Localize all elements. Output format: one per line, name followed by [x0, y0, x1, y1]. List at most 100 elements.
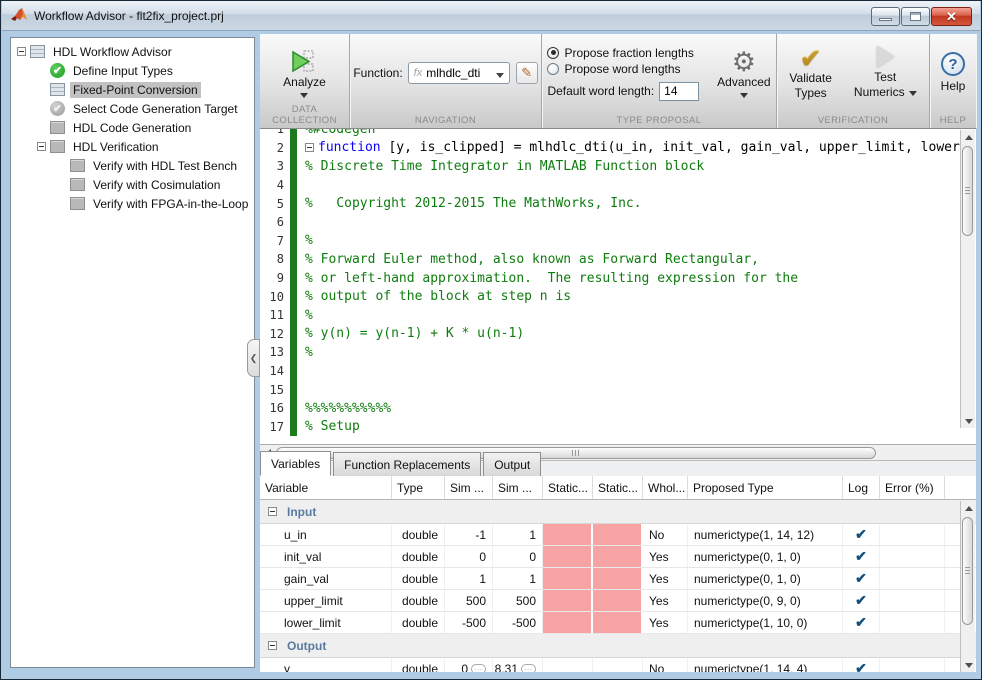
- code-fold-icon[interactable]: [305, 143, 314, 152]
- scroll-down-icon[interactable]: [961, 414, 976, 428]
- tree-item-hdl-verification[interactable]: HDL Verification: [11, 137, 254, 156]
- code-line: 14: [260, 362, 976, 381]
- cell-sim-min: 1: [445, 568, 493, 589]
- tree-item-fixed-point-conversion[interactable]: Fixed-Point Conversion: [11, 80, 254, 99]
- line-number: 12: [260, 327, 290, 341]
- cell-variable: lower_limit: [260, 612, 392, 633]
- log-check-icon[interactable]: ✔: [855, 614, 867, 631]
- column-header[interactable]: Sim ...: [493, 476, 543, 499]
- table-row[interactable]: upper_limitdouble500500Yesnumerictype(0,…: [260, 590, 976, 612]
- scroll-up-icon[interactable]: [961, 501, 976, 515]
- table-row[interactable]: gain_valdouble11Yesnumerictype(0, 1, 0)✔: [260, 568, 976, 590]
- tree-item-label: Verify with HDL Test Bench: [90, 158, 240, 174]
- column-header[interactable]: Static...: [543, 476, 593, 499]
- minimize-button[interactable]: [871, 7, 900, 26]
- maximize-button[interactable]: [901, 7, 930, 26]
- scroll-up-icon[interactable]: [961, 130, 976, 144]
- check-green-icon: ✔: [50, 63, 65, 78]
- group-row-input[interactable]: Input: [260, 500, 976, 524]
- edit-function-button[interactable]: ✎: [516, 62, 538, 84]
- column-header[interactable]: Log: [843, 476, 880, 499]
- tree-item-verify-with-cosimulation[interactable]: Verify with Cosimulation: [11, 175, 254, 194]
- section-navigation: Function: fx mlhdlc_dti ✎ NAVIGATION: [350, 34, 542, 128]
- code-line: 7%: [260, 232, 976, 251]
- group-collapse-icon[interactable]: [268, 641, 277, 650]
- log-check-icon[interactable]: ✔: [855, 660, 867, 672]
- scroll-down-icon[interactable]: [961, 658, 976, 672]
- table-row[interactable]: u_indouble-11Nonumerictype(1, 14, 12)✔: [260, 524, 976, 546]
- tab-output[interactable]: Output: [483, 452, 541, 476]
- cell-type: double: [392, 590, 445, 611]
- group-row-output[interactable]: Output: [260, 634, 976, 658]
- analyze-button[interactable]: Analyze: [283, 49, 326, 98]
- toolbar: Analyze DATA COLLECTION Function: fx mlh…: [260, 34, 976, 129]
- tree-item-hdl-workflow-advisor[interactable]: HDL Workflow Advisor: [11, 42, 254, 61]
- cell-whole-number: Yes: [643, 590, 688, 611]
- table-row[interactable]: ydouble0...318.31...Nonumerictype(1, 14,…: [260, 658, 976, 672]
- table-vertical-scrollbar[interactable]: [960, 501, 975, 672]
- validate-types-label-1: Validate: [789, 71, 831, 86]
- editor-vertical-scrollbar[interactable]: [960, 130, 975, 428]
- tree-item-verify-with-fpga-in-the-loop[interactable]: Verify with FPGA-in-the-Loop: [11, 194, 254, 213]
- section-caption: DATA COLLECTION: [260, 104, 349, 126]
- table-row[interactable]: lower_limitdouble-500-500Yesnumerictype(…: [260, 612, 976, 634]
- column-header[interactable]: Whol...: [643, 476, 688, 499]
- column-header[interactable]: Error (%): [880, 476, 945, 499]
- propose-word-radio[interactable]: Propose word lengths: [547, 62, 699, 76]
- section-help: ? Help HELP: [930, 34, 976, 128]
- test-numerics-dropdown-icon: [909, 91, 917, 96]
- list-icon: [30, 45, 45, 58]
- title-bar[interactable]: Workflow Advisor - flt2fix_project.prj ✕: [2, 1, 980, 31]
- close-button[interactable]: ✕: [931, 7, 972, 26]
- coverage-bar: [290, 399, 297, 418]
- question-mark-icon: ?: [941, 52, 965, 76]
- log-check-icon[interactable]: ✔: [855, 592, 867, 609]
- ellipsis-badge[interactable]: ...: [471, 664, 486, 673]
- coverage-bar: [290, 418, 297, 437]
- log-check-icon[interactable]: ✔: [855, 526, 867, 543]
- tab-variables[interactable]: Variables: [260, 451, 331, 476]
- help-button[interactable]: ? Help: [941, 52, 966, 94]
- default-word-length-input[interactable]: [659, 82, 699, 101]
- column-header[interactable]: Static...: [593, 476, 643, 499]
- cell-type: double: [392, 658, 445, 672]
- propose-fraction-label: Propose fraction lengths: [564, 46, 693, 60]
- test-numerics-button[interactable]: Test Numerics: [854, 46, 917, 100]
- box-icon: [70, 159, 85, 172]
- validate-types-button[interactable]: ✔ Validate Types: [789, 45, 831, 101]
- group-collapse-icon[interactable]: [268, 507, 277, 516]
- tree-expander-icon[interactable]: [17, 47, 26, 56]
- cell-sim-min: 0...: [445, 658, 493, 672]
- tree-item-hdl-code-generation[interactable]: HDL Code Generation: [11, 118, 254, 137]
- tree-expander-icon[interactable]: [37, 142, 46, 151]
- code-text: function [y, is_clipped] = mlhdlc_dti(u_…: [297, 140, 960, 155]
- column-header[interactable]: Type: [392, 476, 445, 499]
- editor-vscroll-thumb[interactable]: [962, 146, 973, 236]
- coverage-bar: [290, 325, 297, 344]
- code-line: 6: [260, 213, 976, 232]
- table-vscroll-thumb[interactable]: [962, 517, 973, 625]
- column-header[interactable]: Proposed Type: [688, 476, 843, 499]
- tree-item-verify-with-hdl-test-bench[interactable]: Verify with HDL Test Bench: [11, 156, 254, 175]
- advanced-button[interactable]: ⚙ Advanced: [717, 49, 770, 98]
- tree-item-define-input-types[interactable]: ✔ Define Input Types: [11, 61, 254, 80]
- column-header[interactable]: Sim ...: [445, 476, 493, 499]
- tab-function-replacements[interactable]: Function Replacements: [333, 452, 481, 476]
- panel-collapse-handle[interactable]: ❮: [247, 339, 260, 377]
- cell-type: double: [392, 568, 445, 589]
- code-line: 17% Setup: [260, 418, 976, 437]
- code-line: 16%%%%%%%%%%%: [260, 399, 976, 418]
- log-check-icon[interactable]: ✔: [855, 570, 867, 587]
- propose-fraction-radio[interactable]: Propose fraction lengths: [547, 46, 699, 60]
- tree-item-select-code-generation-target[interactable]: ✔Select Code Generation Target: [11, 99, 254, 118]
- table-row[interactable]: init_valdouble00Yesnumerictype(0, 1, 0)✔: [260, 546, 976, 568]
- section-caption: NAVIGATION: [350, 115, 541, 126]
- function-combobox[interactable]: fx mlhdlc_dti: [408, 62, 510, 84]
- column-header[interactable]: Variable: [260, 476, 392, 499]
- line-number: 3: [260, 159, 290, 173]
- code-editor[interactable]: 1%#codegen2function [y, is_clipped] = ml…: [260, 129, 976, 445]
- tree-item-label: Define Input Types: [70, 63, 176, 79]
- check-gray-icon: ✔: [50, 101, 65, 116]
- ellipsis-badge[interactable]: ...: [521, 664, 536, 673]
- log-check-icon[interactable]: ✔: [855, 548, 867, 565]
